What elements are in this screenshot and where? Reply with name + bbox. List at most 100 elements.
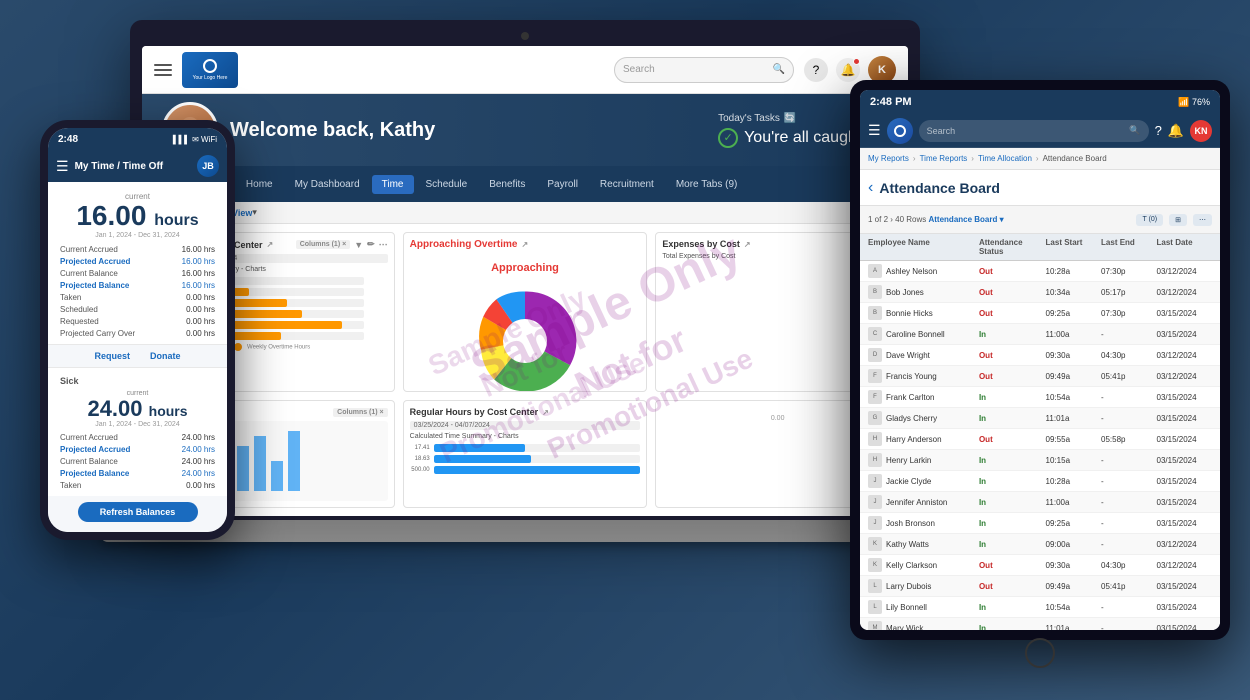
col-last-end[interactable]: Last End	[1101, 238, 1156, 256]
cell-status: Out	[979, 309, 1046, 318]
table-row[interactable]: J Jackie Clyde In 10:28a - 03/15/2024	[860, 471, 1220, 492]
table-row[interactable]: F Frank Carlton In 10:54a - 03/15/2024	[860, 387, 1220, 408]
regular-hours-title: Regular Hours by Cost Center ↗	[410, 407, 641, 417]
cell-last-end: -	[1101, 414, 1156, 423]
col-last-date[interactable]: Last Date	[1157, 238, 1212, 256]
nav-time[interactable]: Time	[372, 175, 414, 194]
expand-icon[interactable]: ↗	[744, 240, 751, 249]
table-row[interactable]: J Jennifer Anniston In 11:00a - 03/15/20…	[860, 492, 1220, 513]
col-employee-name[interactable]: Employee Name	[868, 238, 979, 256]
phone-user-avatar[interactable]: JB	[197, 155, 219, 177]
table-row[interactable]: D Dave Wright Out 09:30a 04:30p 03/12/20…	[860, 345, 1220, 366]
expand-icon[interactable]: ↗	[267, 240, 274, 249]
table-row[interactable]: L Larry Dubois Out 09:49a 05:41p 03/15/2…	[860, 576, 1220, 597]
cell-status: In	[979, 414, 1046, 423]
table-row[interactable]: H Henry Larkin In 10:15a - 03/15/2024	[860, 450, 1220, 471]
col-last-start[interactable]: Last Start	[1046, 238, 1101, 256]
table-row[interactable]: K Kelly Clarkson Out 09:30a 04:30p 03/12…	[860, 555, 1220, 576]
more-icon[interactable]: ⋯	[379, 239, 388, 250]
cell-last-date: 03/15/2024	[1157, 477, 1212, 486]
cell-last-start: 09:25a	[1046, 519, 1101, 528]
chart-bar-row: 500.00	[410, 466, 641, 474]
breadcrumb-my-reports[interactable]: My Reports	[868, 154, 909, 163]
col-attendance-status[interactable]: Attendance Status	[979, 238, 1046, 256]
cell-last-end: 05:17p	[1101, 288, 1156, 297]
cell-name: B Bob Jones	[868, 285, 979, 299]
cell-name: B Bonnie Hicks	[868, 306, 979, 320]
nav-schedule[interactable]: Schedule	[416, 175, 478, 194]
tablet-menu-icon[interactable]: ☰	[868, 122, 881, 139]
cell-name: F Frank Carlton	[868, 390, 979, 404]
tablet-search-placeholder: Search	[927, 126, 956, 136]
view-select[interactable]: Attendance Board ▾	[928, 215, 1003, 224]
cell-last-start: 09:30a	[1046, 351, 1101, 360]
filter-icon[interactable]: ▼	[354, 240, 363, 250]
regular-chart: 17.41 18.63 500.00	[410, 444, 641, 474]
search-bar[interactable]: Search 🔍	[614, 57, 794, 83]
table-row[interactable]: J Josh Bronson In 09:25a - 03/15/2024	[860, 513, 1220, 534]
nav-my-dashboard[interactable]: My Dashboard	[285, 175, 370, 194]
table-row[interactable]: H Harry Anderson Out 09:55a 05:58p 03/15…	[860, 429, 1220, 450]
tablet-logo	[887, 118, 913, 144]
nav-payroll[interactable]: Payroll	[537, 175, 588, 194]
company-logo: Your Logo Here	[182, 52, 238, 88]
attendance-table: Employee Name Attendance Status Last Sta…	[860, 234, 1220, 630]
back-button[interactable]: ‹	[868, 179, 873, 197]
cell-last-date: 03/15/2024	[1157, 456, 1212, 465]
table-row[interactable]: L Lily Bonnell In 10:54a - 03/15/2024	[860, 597, 1220, 618]
edit-icon[interactable]: ✏	[367, 239, 375, 250]
cell-last-date: 03/15/2024	[1157, 498, 1212, 507]
expand-icon[interactable]: ↗	[542, 408, 549, 417]
filter-button[interactable]: T (0)	[1136, 214, 1163, 226]
request-button[interactable]: Request	[94, 351, 130, 361]
table-row[interactable]: F Francis Young Out 09:49a 05:41p 03/12/…	[860, 366, 1220, 387]
cell-name: H Henry Larkin	[868, 453, 979, 467]
help-icon[interactable]: ?	[804, 58, 828, 82]
tablet-search[interactable]: Search 🔍	[919, 120, 1149, 142]
table-header: Employee Name Attendance Status Last Sta…	[860, 234, 1220, 261]
employee-avatar: G	[868, 411, 882, 425]
table-row[interactable]: G Gladys Cherry In 11:01a - 03/15/2024	[860, 408, 1220, 429]
nav-recruitment[interactable]: Recruitment	[590, 175, 664, 194]
cell-last-date: 03/12/2024	[1157, 561, 1212, 570]
refresh-balances-button[interactable]: Refresh Balances	[78, 502, 198, 522]
nav-home[interactable]: Home	[236, 175, 283, 194]
chart-bar-row: 17.41	[410, 444, 641, 452]
tablet-user-avatar[interactable]: KN	[1190, 120, 1212, 142]
table-row[interactable]: M Mary Wick In 11:01a - 03/15/2024	[860, 618, 1220, 630]
breadcrumb-time-reports[interactable]: Time Reports	[920, 154, 968, 163]
phone-actions: Request Donate	[48, 345, 227, 368]
breadcrumb-time-allocation[interactable]: Time Allocation	[978, 154, 1032, 163]
tablet-home-button[interactable]	[1025, 638, 1055, 668]
cell-status: In	[979, 519, 1046, 528]
rows-info: 1 of 2 › 40 Rows Attendance Board ▾	[868, 215, 1004, 224]
nav-more-tabs[interactable]: More Tabs (9)	[666, 175, 748, 194]
cell-last-end: -	[1101, 456, 1156, 465]
notification-icon[interactable]: 🔔	[836, 58, 860, 82]
tablet-bell-icon[interactable]: 🔔	[1168, 123, 1184, 139]
pto-row: Scheduled 0.00 hrs	[60, 305, 215, 314]
cell-last-date: 03/15/2024	[1157, 435, 1212, 444]
hamburger-icon[interactable]	[154, 64, 172, 76]
tablet-help-icon[interactable]: ?	[1155, 123, 1162, 138]
cell-status: In	[979, 498, 1046, 507]
table-row[interactable]: B Bob Jones Out 10:34a 05:17p 03/12/2024	[860, 282, 1220, 303]
nav-benefits[interactable]: Benefits	[479, 175, 535, 194]
columns-button[interactable]: ⊞	[1169, 214, 1187, 226]
table-row[interactable]: A Ashley Nelson Out 10:28a 07:30p 03/12/…	[860, 261, 1220, 282]
phone-menu-icon[interactable]: ☰	[56, 158, 69, 175]
table-row[interactable]: K Kathy Watts In 09:00a - 03/12/2024	[860, 534, 1220, 555]
more-options-button[interactable]: ⋯	[1193, 214, 1212, 226]
cell-last-date: 03/15/2024	[1157, 519, 1212, 528]
table-row[interactable]: B Bonnie Hicks Out 09:25a 07:30p 03/15/2…	[860, 303, 1220, 324]
donate-button[interactable]: Donate	[150, 351, 181, 361]
expand-icon[interactable]: ↗	[521, 240, 528, 249]
pto-section: current 16.00 hours Jan 1, 2024 - Dec 31…	[48, 182, 227, 345]
table-row[interactable]: C Caroline Bonnell In 11:00a - 03/15/202…	[860, 324, 1220, 345]
cell-name: M Mary Wick	[868, 621, 979, 630]
phone-title: My Time / Time Off	[75, 161, 164, 172]
columns-label[interactable]: Columns (1) ×	[333, 408, 387, 417]
columns-label[interactable]: Columns (1) ×	[296, 240, 350, 249]
cell-name: K Kathy Watts	[868, 537, 979, 551]
cell-status: In	[979, 603, 1046, 612]
